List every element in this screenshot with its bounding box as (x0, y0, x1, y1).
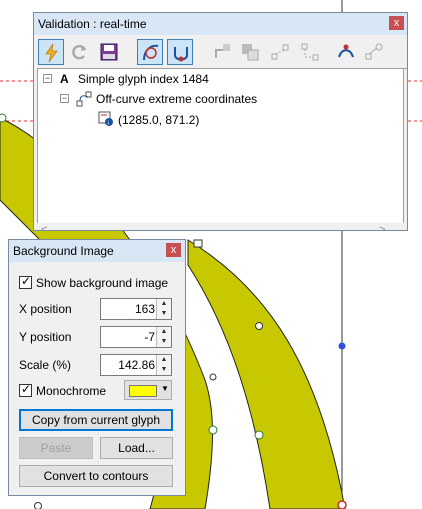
tree-node-coordinate[interactable]: (1285.0, 871.2) (118, 113, 199, 127)
off-curve-icon (76, 91, 92, 107)
tree-node-glyph[interactable]: Simple glyph index 1484 (78, 72, 209, 86)
monochrome-checkbox[interactable] (19, 382, 32, 397)
validation-title: Validation : real-time (38, 17, 147, 31)
lightning-icon (45, 43, 58, 63)
background-image-titlebar[interactable]: Background Image x (9, 240, 185, 262)
selected-point[interactable] (338, 342, 346, 350)
decrement-icon[interactable]: ▼ (159, 365, 169, 374)
anchor-marker[interactable] (193, 239, 203, 248)
fix-tangent-toolbar-button[interactable] (361, 39, 387, 65)
curve-point[interactable] (34, 502, 42, 509)
tree-expander[interactable]: − (60, 94, 69, 103)
background-image-title: Background Image (13, 244, 114, 258)
curve-point[interactable] (337, 500, 347, 509)
show-background-checkbox[interactable] (19, 274, 32, 289)
check-off-curve-icon (143, 44, 159, 61)
x-position-value[interactable]: 163 (135, 302, 155, 316)
fix-tangent-icon (365, 43, 383, 60)
y-position-value[interactable]: -7 (144, 330, 155, 344)
tree-vertical-scrollbar[interactable] (404, 68, 407, 230)
y-position-label: Y position (19, 330, 72, 344)
glyph-root-icon: A (60, 72, 69, 86)
refresh-toolbar-button[interactable] (66, 39, 92, 65)
tree-expander[interactable]: − (43, 74, 52, 83)
check-extrema-toolbar-button[interactable] (167, 39, 193, 65)
curve-point[interactable] (254, 430, 264, 440)
tree-horizontal-scrollbar[interactable]: < > (37, 223, 404, 230)
curve-point[interactable] (208, 425, 218, 435)
save-report-toolbar-button[interactable] (96, 39, 122, 65)
show-background-label: Show background image (36, 276, 169, 290)
color-swatch (129, 385, 157, 397)
scale-stepper[interactable]: 142.86 ▲ ▼ (100, 354, 172, 376)
curve-point[interactable] (255, 322, 263, 330)
increment-icon[interactable]: ▲ (159, 355, 169, 364)
fix-smooth-toolbar-button[interactable] (333, 39, 359, 65)
paste-button[interactable]: Paste (19, 437, 93, 459)
decrement-icon[interactable]: ▼ (159, 309, 169, 318)
validation-close-button[interactable]: x (389, 16, 404, 30)
background-image-panel: Background Image x Show background image… (8, 239, 186, 496)
fix-overlap-toolbar-button[interactable] (237, 39, 263, 65)
fix-overlap-icon (242, 44, 259, 61)
scale-value[interactable]: 142.86 (118, 358, 155, 372)
fix-handles-icon (301, 43, 319, 61)
x-position-stepper[interactable]: 163 ▲ ▼ (100, 298, 172, 320)
scroll-left-icon[interactable]: < (41, 224, 47, 230)
tree-node-issue[interactable]: Off-curve extreme coordinates (96, 92, 257, 106)
svg-text:i: i (108, 121, 109, 127)
curve-point[interactable] (209, 373, 217, 381)
validation-panel: Validation : real-time x − A Simple glyp… (33, 12, 408, 231)
x-position-label: X position (19, 302, 72, 316)
copy-from-glyph-button[interactable]: Copy from current glyph (19, 409, 173, 431)
fix-points-icon (271, 44, 289, 60)
fix-direction-toolbar-button[interactable] (209, 39, 235, 65)
save-report-icon (100, 43, 118, 61)
increment-icon[interactable]: ▲ (159, 327, 169, 336)
fix-handles-toolbar-button[interactable] (297, 39, 323, 65)
y-position-stepper[interactable]: -7 ▲ ▼ (100, 326, 172, 348)
validation-titlebar[interactable]: Validation : real-time x (34, 13, 407, 35)
fix-smooth-icon (338, 44, 354, 58)
refresh-icon (72, 44, 87, 60)
scale-label: Scale (%) (19, 358, 72, 372)
monochrome-label: Monochrome (36, 384, 107, 398)
monochrome-color-picker[interactable]: ▼ (124, 380, 172, 400)
load-button[interactable]: Load... (100, 437, 173, 459)
validation-tree[interactable]: − A Simple glyph index 1484 − Off-curve … (37, 68, 404, 230)
fix-points-toolbar-button[interactable] (267, 39, 293, 65)
decrement-icon[interactable]: ▼ (159, 337, 169, 346)
realtime-toolbar-button[interactable] (38, 39, 64, 65)
fix-direction-icon (215, 44, 230, 58)
scroll-right-icon[interactable]: > (379, 224, 385, 230)
check-off-curve-toolbar-button[interactable] (137, 39, 163, 65)
convert-to-contours-button[interactable]: Convert to contours (19, 465, 173, 487)
increment-icon[interactable]: ▲ (159, 299, 169, 308)
curve-point[interactable] (0, 113, 7, 123)
background-image-close-button[interactable]: x (166, 243, 181, 257)
info-point-icon: i (98, 111, 113, 127)
chevron-down-icon: ▼ (161, 384, 169, 393)
check-extrema-icon (174, 47, 188, 62)
